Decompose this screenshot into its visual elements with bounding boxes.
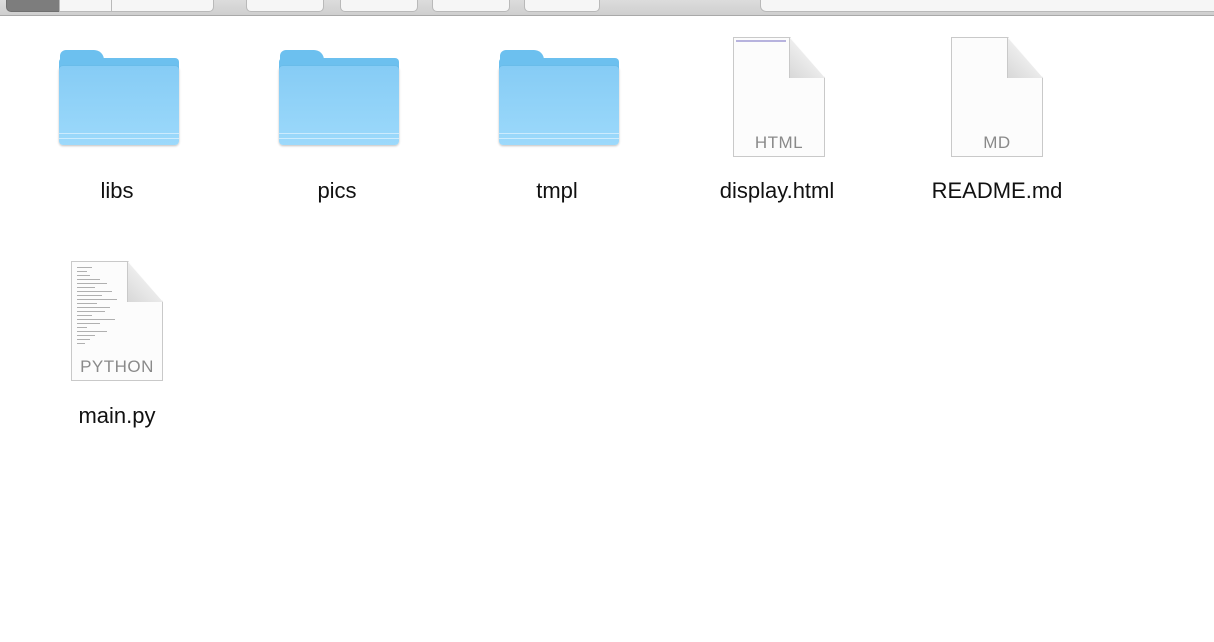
html-document-icon: HTML bbox=[733, 37, 825, 157]
item-label: tmpl bbox=[536, 178, 578, 203]
python-document-icon: PYTHON bbox=[71, 261, 163, 381]
arrange-button[interactable] bbox=[246, 0, 324, 12]
item-label: pics bbox=[317, 178, 357, 203]
document-type-label: MD bbox=[983, 133, 1011, 152]
folder-icon bbox=[279, 50, 399, 146]
item-label: main.py bbox=[78, 403, 156, 428]
document-type-label: PYTHON bbox=[80, 357, 154, 376]
folder-icon bbox=[499, 50, 619, 146]
view-icon-button[interactable] bbox=[6, 0, 60, 12]
search-input[interactable] bbox=[760, 0, 1214, 12]
file-item-readme-md[interactable]: MD README.md bbox=[907, 37, 1087, 217]
finder-toolbar bbox=[0, 0, 1214, 16]
document-type-label: HTML bbox=[754, 133, 804, 152]
folder-icon bbox=[59, 50, 179, 146]
item-label: libs bbox=[100, 178, 134, 203]
code-preview bbox=[77, 267, 127, 347]
item-label: README.md bbox=[931, 178, 1063, 203]
view-columns-button[interactable] bbox=[111, 0, 214, 12]
folder-item-pics[interactable]: pics bbox=[247, 50, 427, 220]
file-item-main-py[interactable]: PYTHON main.py bbox=[27, 261, 207, 441]
tags-button[interactable] bbox=[524, 0, 600, 12]
markdown-document-icon: MD bbox=[951, 37, 1043, 157]
folder-item-libs[interactable]: libs bbox=[27, 50, 207, 220]
item-label: display.html bbox=[719, 178, 835, 203]
action-button[interactable] bbox=[340, 0, 418, 12]
share-button[interactable] bbox=[432, 0, 510, 12]
file-item-display-html[interactable]: HTML display.html bbox=[687, 37, 867, 217]
view-list-button[interactable] bbox=[59, 0, 112, 12]
folder-item-tmpl[interactable]: tmpl bbox=[467, 50, 647, 220]
